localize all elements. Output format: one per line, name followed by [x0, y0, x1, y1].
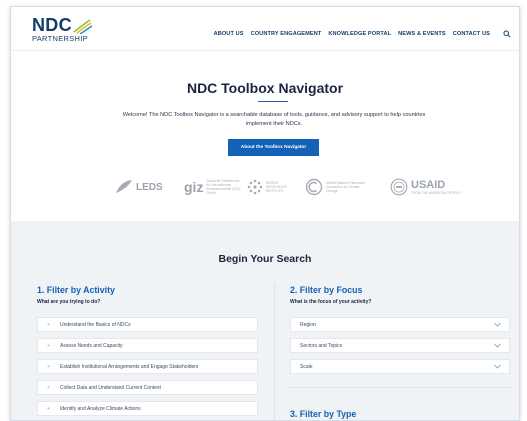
filter-focus-title: 2. Filter by Focus: [290, 285, 363, 295]
plus-icon: +: [47, 405, 50, 412]
unfccc-emblem-icon: [305, 178, 323, 196]
giz-logo[interactable]: giz Deutsche Gesellschaft für Internatio…: [184, 173, 242, 201]
logo-swoosh-icon: [73, 19, 92, 34]
activity-item-label: Collect Data and Understand Current Cont…: [60, 384, 161, 391]
chevron-down-icon: [494, 322, 501, 327]
nav-knowledge-portal[interactable]: KNOWLEDGE PORTAL: [328, 31, 391, 37]
activity-item-institutional[interactable]: + Establish Institutional Arrangements a…: [37, 359, 258, 374]
plus-icon: +: [47, 321, 50, 328]
site-header: NDC PARTNERSHIP ABOUT US COUNTRY ENGAGEM…: [11, 7, 519, 51]
activity-item-collect-data[interactable]: + Collect Data and Understand Current Co…: [37, 380, 258, 395]
usaid-wordmark: USAID FROM THE AMERICAN PEOPLE: [411, 178, 461, 195]
activity-item-assess[interactable]: + Assess Needs and Capacity: [37, 338, 258, 353]
activity-item-label: Understand the Basics of NDCs: [60, 321, 131, 328]
activity-item-climate-actions[interactable]: + Identify and Analyze Climate Actions: [37, 401, 258, 416]
filter-activity-subtitle: What are you trying to do?: [37, 299, 101, 305]
filter-focus-subtitle: What is the focus of your activity?: [290, 299, 372, 305]
unfccc-logo[interactable]: United Nations Framework Convention on C…: [305, 173, 366, 201]
logo-subtext: PARTNERSHIP: [32, 34, 88, 43]
leds-text: LEDS: [136, 181, 163, 193]
main-nav: ABOUT US COUNTRY ENGAGEMENT KNOWLEDGE PO…: [214, 30, 511, 38]
wri-dots-icon: [247, 179, 263, 195]
usaid-text: USAID: [411, 178, 446, 191]
about-toolbox-button[interactable]: About the Toolbox Navigator: [228, 139, 319, 156]
activity-item-basics[interactable]: + Understand the Basics of NDCs: [37, 317, 258, 332]
plus-icon: +: [47, 384, 50, 391]
nav-about-us[interactable]: ABOUT US: [214, 31, 244, 37]
filter-activity-title: 1. Filter by Activity: [37, 285, 115, 295]
page-description: Welcome! The NDC Toolbox Navigator is a …: [122, 112, 426, 127]
plus-icon: +: [47, 363, 50, 370]
usaid-subtext: FROM THE AMERICAN PEOPLE: [411, 190, 461, 195]
partner-logos: LEDS giz Deutsche Gesellschaft für Inter…: [11, 173, 519, 201]
nav-news-events[interactable]: NEWS & EVENTS: [398, 31, 446, 37]
usaid-logo[interactable]: USAID FROM THE AMERICAN PEOPLE: [390, 173, 460, 201]
sectors-topics-select[interactable]: Sectors and Topics: [290, 338, 510, 353]
nav-country-engagement[interactable]: COUNTRY ENGAGEMENT: [251, 31, 322, 37]
leds-logo[interactable]: LEDS: [115, 173, 163, 201]
logo-text: NDC: [32, 15, 72, 35]
activity-item-label: Identify and Analyze Climate Actions: [60, 405, 141, 412]
chevron-down-icon: [494, 343, 501, 348]
title-underline: [258, 101, 288, 102]
region-select-label: Region: [300, 321, 316, 328]
plus-icon: +: [47, 342, 50, 349]
activity-item-label: Assess Needs and Capacity: [60, 342, 123, 349]
leds-leaf-icon: [116, 180, 132, 193]
wri-logo[interactable]: WORLD RESOURCES INSTITUTE: [247, 173, 288, 201]
search-title: Begin Your Search: [218, 253, 312, 265]
section-separator: [290, 387, 510, 388]
scale-select[interactable]: Scale: [290, 359, 510, 374]
nav-contact-us[interactable]: CONTACT US: [453, 31, 490, 37]
giz-subtext: Deutsche Gesellschaft für Internationale…: [206, 179, 240, 195]
filter-type-title: 3. Filter by Type: [290, 409, 357, 419]
wri-text: WORLD RESOURCES INSTITUTE: [266, 181, 287, 193]
page-title: NDC Toolbox Navigator: [186, 80, 344, 96]
search-icon[interactable]: [503, 30, 511, 38]
usaid-seal-icon: [390, 178, 408, 196]
region-select[interactable]: Region: [290, 317, 510, 332]
column-divider: [274, 283, 275, 420]
sectors-topics-select-label: Sectors and Topics: [300, 342, 343, 349]
unfccc-text: United Nations Framework Convention on C…: [326, 181, 366, 193]
giz-text: giz: [184, 179, 204, 195]
chevron-down-icon: [494, 364, 501, 369]
scale-select-label: Scale: [300, 363, 313, 370]
ndc-partnership-logo[interactable]: NDC PARTNERSHIP: [32, 15, 112, 47]
activity-item-label: Establish Institutional Arrangements and…: [60, 363, 199, 370]
browser-page: NDC PARTNERSHIP ABOUT US COUNTRY ENGAGEM…: [10, 6, 520, 421]
